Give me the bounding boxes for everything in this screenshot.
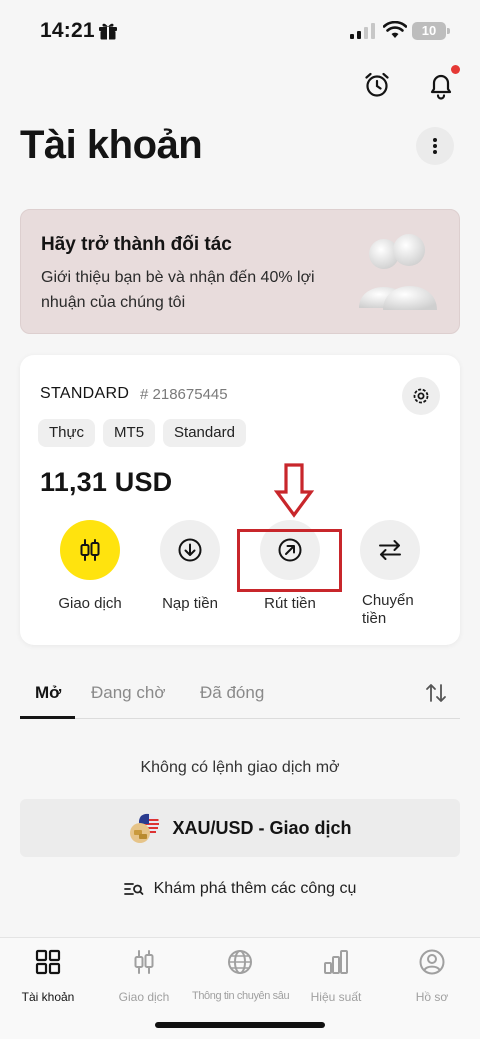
more-options-button[interactable] <box>416 127 454 165</box>
transfer-action-button[interactable]: Chuyển tiền <box>340 520 440 628</box>
transfer-label-line: Chuyển <box>362 592 414 609</box>
active-tab-indicator <box>20 716 75 719</box>
empty-state-text: Không có lệnh giao dịch mở <box>140 759 340 776</box>
withdraw-action-label: Rút tiền <box>264 595 316 612</box>
transfer-action-circle <box>360 520 420 580</box>
nav-item-profile[interactable]: Hồ sơ <box>384 948 480 1004</box>
battery-tip <box>447 28 450 34</box>
arrow-down-circle-icon <box>178 538 202 562</box>
user-circle-icon <box>419 949 445 975</box>
nav-label-trade: Giao dịch <box>118 990 170 1004</box>
candlestick-icon <box>134 950 154 974</box>
gift-icon <box>99 23 117 40</box>
tab-pending[interactable]: Đang chờ <box>91 683 165 703</box>
sort-icon[interactable] <box>424 681 448 705</box>
nav-label-profile: Hồ sơ <box>415 990 449 1004</box>
partner-banner-description: Giới thiệu bạn bè và nhận đến 40% lợi nh… <box>41 269 315 311</box>
annotation-highlight-box <box>237 529 342 592</box>
globe-icon <box>228 950 252 974</box>
transfer-action-label: Chuyển tiền <box>340 592 440 628</box>
nav-label-performance: Hiệu suất <box>310 990 362 1004</box>
orders-tabs: Mở Đang chờ Đã đóng <box>20 675 460 719</box>
trade-action-button[interactable]: Giao dịch <box>40 520 140 612</box>
page-title: Tài khoản <box>20 123 203 167</box>
deposit-action-button[interactable]: Nạp tiền <box>140 520 240 612</box>
partner-banner[interactable]: Hãy trở thành đối tác Giới thiệu bạn bè … <box>20 209 460 334</box>
account-tag: Thực <box>38 419 96 447</box>
wifi-icon <box>383 21 407 38</box>
deposit-action-circle <box>160 520 220 580</box>
battery-indicator: 10 <box>412 22 446 40</box>
transfer-label-line: tiền <box>362 610 387 627</box>
nav-item-account[interactable]: Tài khoản <box>0 948 96 1004</box>
account-balance: 11,31 USD <box>40 467 173 497</box>
gear-icon <box>413 388 429 404</box>
nav-item-trade[interactable]: Giao dịch <box>96 948 192 1004</box>
account-number: # 218675445 <box>140 386 228 403</box>
status-bar: 14:21 10 <box>0 0 480 60</box>
trade-action-label: Giao dịch <box>58 595 122 612</box>
alarm-clock-icon[interactable] <box>362 70 392 100</box>
account-tag: Standard <box>163 419 246 447</box>
account-tags: Thực MT5 Standard <box>38 419 246 447</box>
candlestick-icon <box>80 539 100 561</box>
cellular-signal-icon <box>350 23 375 39</box>
explore-tools-link[interactable]: Khám phá thêm các công cụ <box>0 880 480 898</box>
deposit-action-label: Nạp tiền <box>162 595 218 612</box>
partner-banner-title: Hãy trở thành đối tác <box>41 234 232 255</box>
nav-item-performance[interactable]: Hiệu suất <box>288 948 384 1004</box>
account-type: STANDARD <box>40 385 130 402</box>
nav-label-insights: Thông tin chuyên sâu <box>192 990 290 1002</box>
grid-icon <box>35 949 61 975</box>
annotation-arrow-down-icon <box>274 463 314 518</box>
gold-us-flag-icon <box>130 813 160 843</box>
bar-chart-icon <box>324 950 348 974</box>
nav-label-account: Tài khoản <box>21 990 75 1004</box>
account-settings-button[interactable] <box>402 377 440 415</box>
partner-people-icon <box>359 234 437 310</box>
nav-item-insights[interactable]: Thông tin chuyên sâu <box>192 948 290 1002</box>
tab-closed[interactable]: Đã đóng <box>200 683 264 703</box>
explore-tools-label: Khám phá thêm các công cụ <box>153 880 357 897</box>
notification-dot <box>451 65 460 74</box>
status-time: 14:21 <box>40 19 95 42</box>
swap-arrows-icon <box>379 540 401 560</box>
more-vertical-icon <box>433 138 437 154</box>
account-card: STANDARD # 218675445 Thực MT5 Standard 1… <box>20 355 460 645</box>
account-tag: MT5 <box>103 419 156 447</box>
search-list-icon <box>123 883 144 895</box>
instrument-trade-button[interactable]: XAU/USD - Giao dịch <box>20 799 460 857</box>
bell-icon[interactable] <box>426 70 456 100</box>
trade-action-circle <box>60 520 120 580</box>
home-indicator <box>155 1022 325 1028</box>
instrument-trade-label: XAU/USD - Giao dịch <box>172 817 352 838</box>
tab-open[interactable]: Mở <box>35 683 61 703</box>
